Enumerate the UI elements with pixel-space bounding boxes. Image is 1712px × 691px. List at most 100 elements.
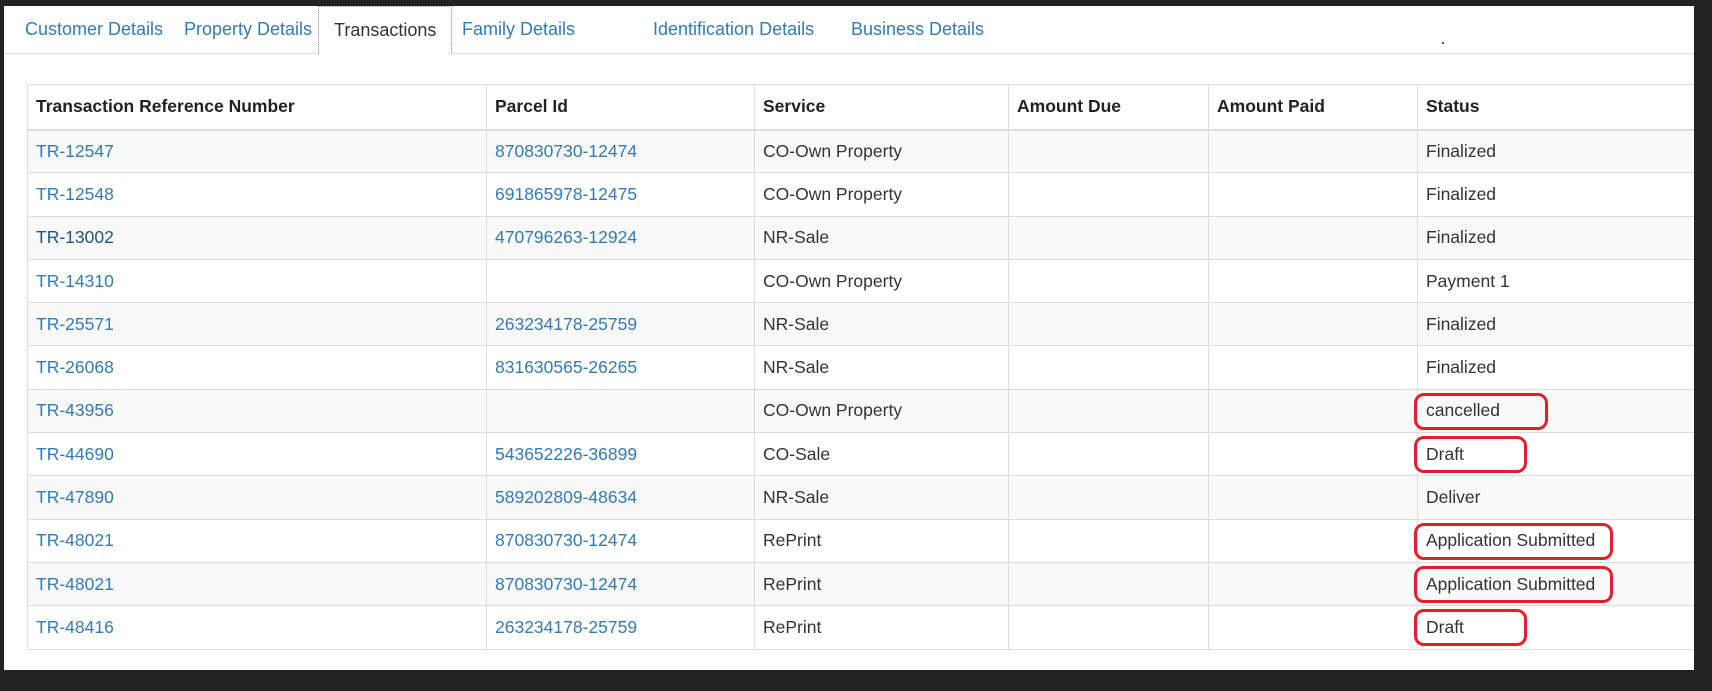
cell-transaction-ref: TR-48021 [27,518,487,563]
customer-panel: Customer Details Property Details Transa… [4,6,1694,670]
parcel-id-link[interactable]: 470796263-12924 [495,227,637,247]
table-row[interactable]: TR-14310 CO-Own Property Payment 1 [27,258,1694,304]
parcel-id-link[interactable]: 831630565-26265 [495,357,637,377]
table-row[interactable]: TR-12548 691865978-12475 CO-Own Property Fi… [27,172,1694,217]
header-service[interactable]: Service [754,84,1009,131]
cell-parcel-id: 831630565-26265 [486,345,755,390]
tab-family-details[interactable]: Family Details [462,6,575,54]
cell-amount-paid [1208,302,1418,347]
parcel-id-link[interactable]: 263234178-25759 [495,314,637,334]
cell-amount-paid [1208,475,1418,520]
cell-status: Payment 1 [1417,258,1694,304]
transaction-ref-link[interactable]: TR-48416 [36,617,114,637]
cell-transaction-ref: TR-44690 [27,432,487,477]
transactions-table: Transaction Reference Number Parcel Id S… [27,84,1694,650]
transactions-table-wrapper: Transaction Reference Number Parcel Id S… [27,84,1694,650]
status-text: Application Submitted [1426,573,1596,594]
header-amount-paid[interactable]: Amount Paid [1208,84,1418,131]
parcel-id-link[interactable]: 263234178-25759 [495,617,637,637]
cell-status: Application Submitted [1414,518,1694,563]
cell-service: CO-Own Property [754,388,1009,434]
status-text: Payment 1 [1426,270,1510,291]
cell-status: Application Submitted [1414,561,1694,607]
cell-amount-due [1008,172,1209,217]
cell-transaction-ref: TR-43956 [27,388,487,434]
cell-amount-paid [1208,345,1418,390]
parcel-id-link[interactable]: 870830730-12474 [495,574,637,594]
tab-property-details[interactable]: Property Details [184,6,312,54]
table-row[interactable]: TR-13002 470796263-12924 NR-Sale Finalized [27,215,1694,260]
status-text: Finalized [1426,183,1497,204]
cell-service: NR-Sale [754,215,1009,260]
cell-amount-due [1008,605,1209,650]
transaction-ref-link[interactable]: TR-44690 [36,444,114,464]
cell-amount-due [1008,258,1209,304]
cell-transaction-ref: TR-26068 [27,345,487,390]
table-row[interactable]: TR-48416 263234178-25759 RePrint Draft [27,605,1694,650]
cell-amount-paid [1208,432,1418,477]
transaction-ref-link[interactable]: TR-12547 [36,141,114,161]
cell-parcel-id: 870830730-12474 [486,518,755,563]
cell-amount-due [1008,518,1209,563]
cell-amount-due [1008,215,1209,260]
cell-amount-due [1008,128,1209,174]
cell-amount-paid [1208,518,1418,563]
parcel-id-link[interactable]: 870830730-12474 [495,141,637,161]
cell-status: Draft [1414,605,1694,650]
parcel-id-link[interactable]: 870830730-12474 [495,530,637,550]
cell-service: RePrint [754,518,1009,563]
table-row[interactable]: TR-48021 870830730-12474 RePrint Applicatio… [27,561,1694,607]
parcel-id-link[interactable]: 543652226-36899 [495,444,637,464]
cell-parcel-id [486,258,755,304]
tab-business-details[interactable]: Business Details [851,6,984,54]
table-row[interactable]: TR-25571 263234178-25759 NR-Sale Finalized [27,302,1694,347]
cell-transaction-ref: TR-47890 [27,475,487,520]
cell-status: Finalized [1417,302,1694,347]
cell-service: RePrint [754,605,1009,650]
transaction-ref-link[interactable]: TR-43956 [36,400,114,420]
cell-amount-paid [1208,215,1418,260]
header-transaction-ref[interactable]: Transaction Reference Number [27,84,487,131]
table-body: TR-12547 870830730-12474 CO-Own Property Fi… [27,128,1694,650]
cell-parcel-id: 263234178-25759 [486,605,755,650]
table-row[interactable]: TR-26068 831630565-26265 NR-Sale Finalized [27,345,1694,390]
cell-parcel-id: 263234178-25759 [486,302,755,347]
transaction-ref-link[interactable]: TR-13002 [36,227,114,247]
transaction-ref-link[interactable]: TR-47890 [36,487,114,507]
transaction-ref-link[interactable]: TR-48021 [36,530,114,550]
status-text: Draft [1426,616,1464,637]
table-header-row: Transaction Reference Number Parcel Id S… [27,84,1694,131]
cell-amount-due [1008,475,1209,520]
transaction-ref-link[interactable]: TR-48021 [36,574,114,594]
cell-transaction-ref: TR-12548 [27,172,487,217]
transaction-ref-link[interactable]: TR-26068 [36,357,114,377]
tab-transactions[interactable]: Transactions [318,6,453,55]
table-row[interactable]: TR-47890 589202809-48634 NR-Sale Deliver [27,475,1694,520]
header-status[interactable]: Status [1417,84,1694,131]
cell-status: Deliver [1417,475,1694,520]
header-parcel-id[interactable]: Parcel Id [486,84,755,131]
cell-status: Finalized [1417,215,1694,260]
transaction-ref-link[interactable]: TR-14310 [36,271,114,291]
table-row[interactable]: TR-12547 870830730-12474 CO-Own Property Fi… [27,128,1694,174]
table-row[interactable]: TR-48021 870830730-12474 RePrint Applicatio… [27,518,1694,563]
cell-amount-paid [1208,561,1418,607]
parcel-id-link[interactable]: 589202809-48634 [495,487,637,507]
cell-parcel-id: 470796263-12924 [486,215,755,260]
cell-amount-due [1008,561,1209,607]
status-text: Draft [1426,443,1464,464]
transaction-ref-link[interactable]: TR-25571 [36,314,114,334]
table-row[interactable]: TR-43956 CO-Own Property cancelled [27,388,1694,434]
transaction-ref-link[interactable]: TR-12548 [36,184,114,204]
parcel-id-link[interactable]: 691865978-12475 [495,184,637,204]
cell-service: CO-Own Property [754,258,1009,304]
table-row[interactable]: TR-44690 543652226-36899 CO-Sale Draft [27,432,1694,477]
tab-customer-details[interactable]: Customer Details [25,6,163,54]
cell-transaction-ref: TR-14310 [27,258,487,304]
cell-parcel-id: 543652226-36899 [486,432,755,477]
cell-status: Finalized [1417,172,1694,217]
tab-identification-details[interactable]: Identification Details [653,6,814,54]
cell-transaction-ref: TR-48021 [27,561,487,607]
cell-amount-due [1008,302,1209,347]
header-amount-due[interactable]: Amount Due [1008,84,1209,131]
